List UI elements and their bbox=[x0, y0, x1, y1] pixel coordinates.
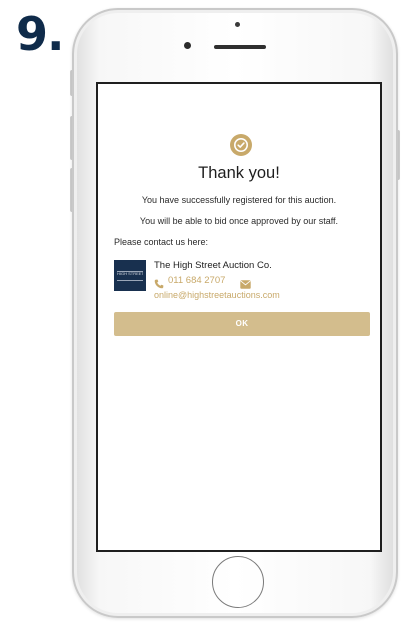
company-logo-text: HIGH STREET bbox=[117, 271, 143, 281]
company-logo: HIGH STREET bbox=[114, 260, 146, 291]
company-name: The High Street Auction Co. bbox=[154, 260, 272, 271]
earpiece-speaker bbox=[214, 45, 266, 49]
approval-message: You will be able to bid once approved by… bbox=[139, 216, 339, 226]
step-number: 9. bbox=[16, 7, 64, 61]
company-phone[interactable]: 011 684 2707 bbox=[168, 275, 225, 286]
check-circle-icon bbox=[230, 134, 252, 156]
proximity-sensor bbox=[235, 22, 240, 27]
ok-button[interactable]: OK bbox=[114, 312, 370, 336]
registration-message: You have successfully registered for thi… bbox=[141, 195, 337, 205]
front-camera bbox=[184, 42, 191, 49]
company-email[interactable]: online@highstreetauctions.com bbox=[154, 290, 280, 300]
phone-screen: Thank you! You have successfully registe… bbox=[96, 82, 382, 552]
dialog-title: Thank you! bbox=[198, 164, 280, 182]
contact-label: Please contact us here: bbox=[114, 237, 209, 247]
home-button bbox=[212, 556, 264, 608]
registration-success-dialog: Thank you! You have successfully registe… bbox=[98, 84, 380, 550]
